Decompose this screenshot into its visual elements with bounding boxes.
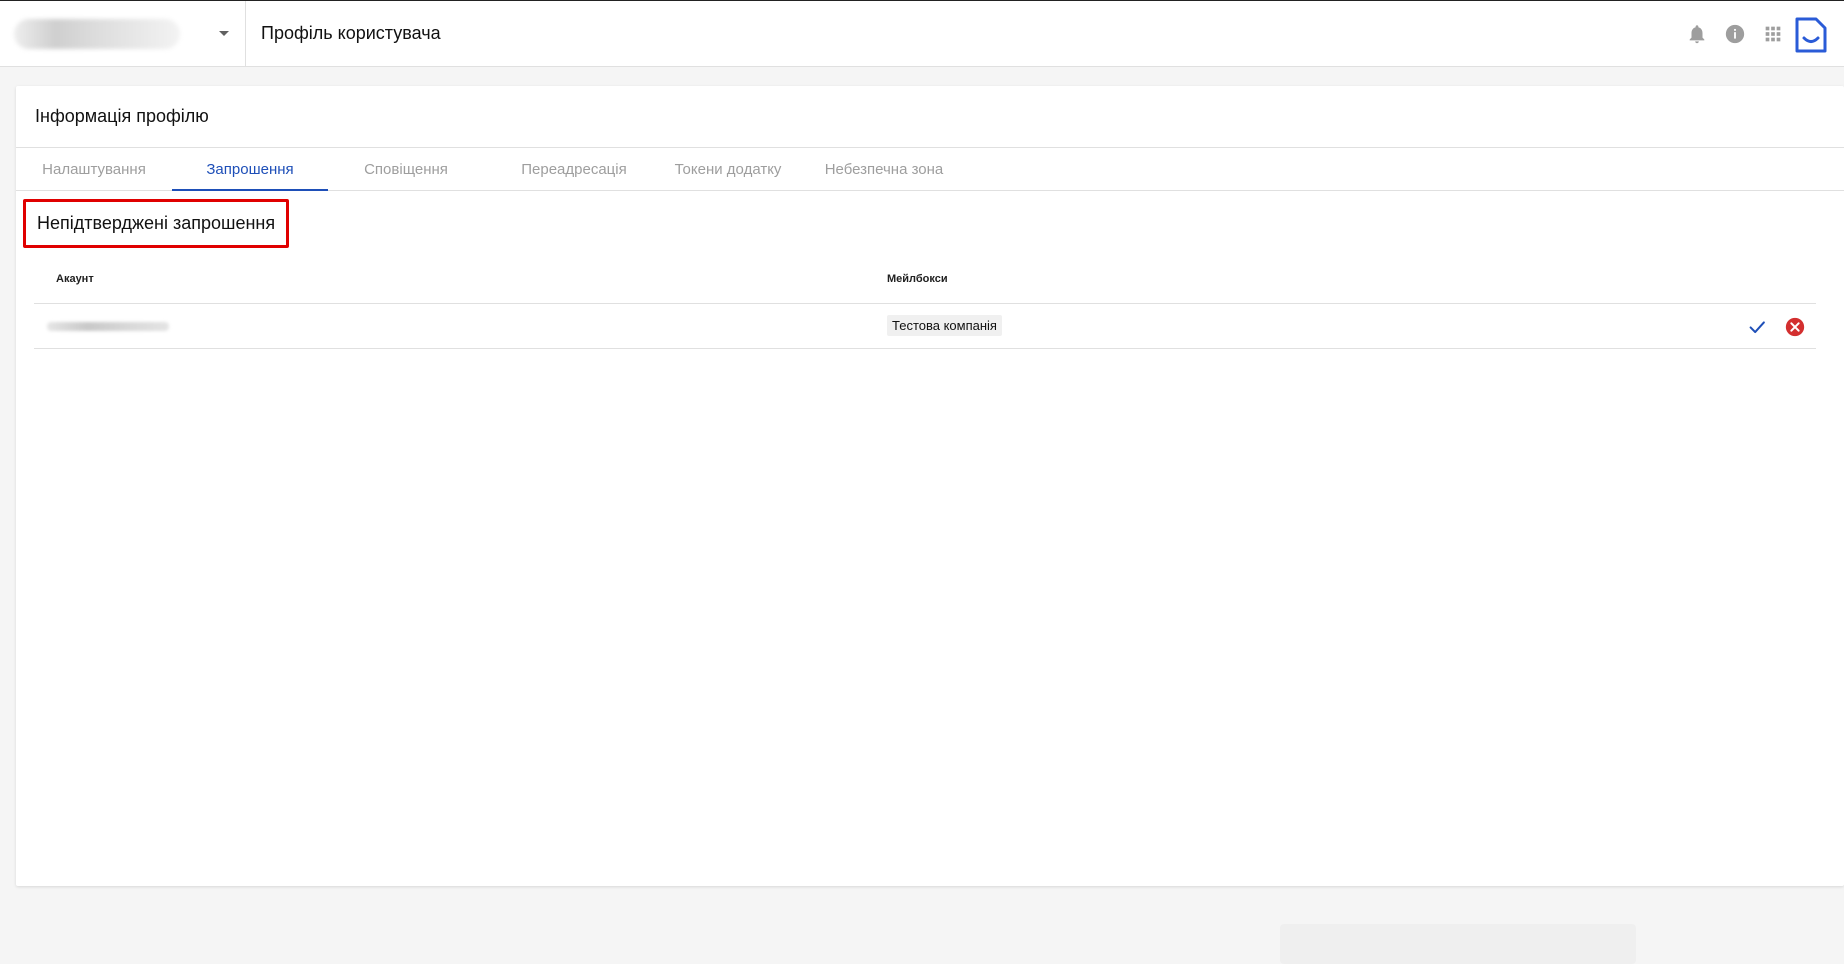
mailbox-chip: Тестова компанія [887,315,1002,336]
tab-app-tokens[interactable]: Токени додатку [650,148,806,191]
column-header-account: Акаунт [56,273,94,285]
column-header-mailboxes: Мейлбокси [887,273,948,285]
tab-settings[interactable]: Налаштування [16,148,172,191]
invitations-table: Акаунт Мейлбокси Тестова компанія [34,254,1816,349]
account-redacted [47,322,169,331]
tab-notifications[interactable]: Сповіщення [328,148,484,191]
table-row: Тестова компанія [34,304,1816,349]
card-header: Інформація профілю [16,86,1844,148]
table-header: Акаунт Мейлбокси [34,254,1816,304]
profile-card: Інформація профілю Налаштування Запрошен… [16,86,1844,964]
app-logo-icon[interactable] [1794,16,1828,54]
accept-check-icon[interactable] [1746,316,1768,338]
section-title: Непідтверджені запрошення [23,199,290,248]
decline-close-icon[interactable] [1784,316,1806,338]
bell-icon[interactable] [1686,23,1708,45]
tab-danger-zone[interactable]: Небезпечна зона [806,148,962,191]
organization-switcher[interactable] [0,1,246,67]
card-title: Інформація профілю [35,106,209,126]
apps-grid-icon[interactable] [1762,23,1784,45]
tab-forwarding[interactable]: Переадресація [496,148,652,191]
info-icon[interactable] [1724,23,1746,45]
organization-name-redacted [14,19,180,49]
top-bar: Профіль користувача [0,0,1844,67]
tabs: Налаштування Запрошення Сповіщення Переа… [16,148,1844,191]
tab-invitations[interactable]: Запрошення [172,148,328,191]
bottom-panel [1280,924,1636,964]
chevron-down-icon [219,31,229,36]
page-title: Профіль користувача [261,23,441,43]
